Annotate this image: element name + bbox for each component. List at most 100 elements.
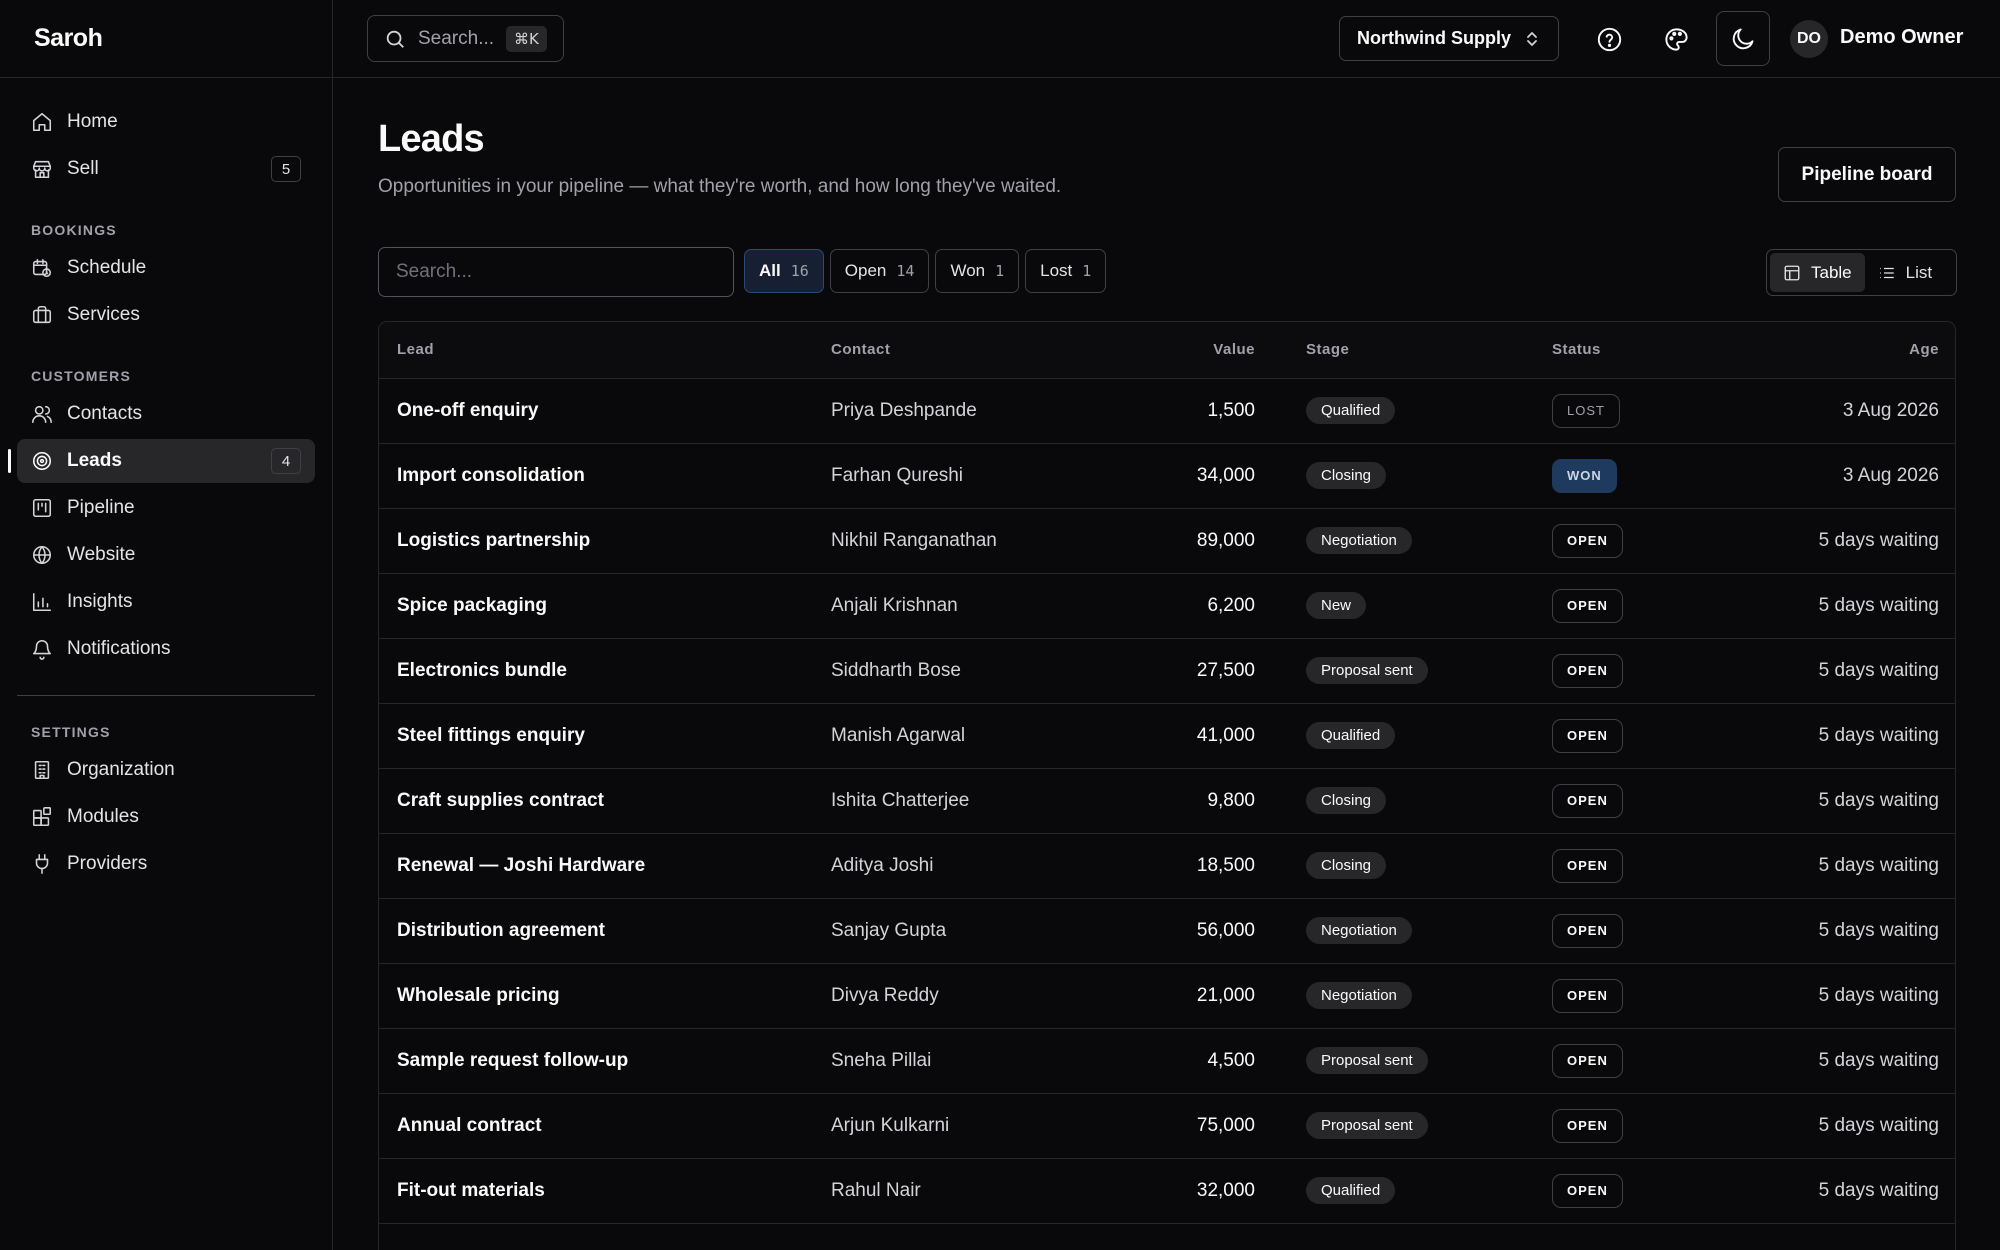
filter-open[interactable]: Open 14 <box>829 249 930 293</box>
lead-contact[interactable]: Farhan Qureshi <box>813 443 1113 508</box>
table-row[interactable]: Logistics partnership Nikhil Ranganathan 8… <box>379 508 1955 573</box>
view-table-button[interactable]: Table <box>1770 253 1865 292</box>
sidebar-item-label: Notifications <box>67 638 171 659</box>
column-header-contact[interactable]: Contact <box>813 322 1113 379</box>
stage-badge: Negotiation <box>1306 917 1412 944</box>
sidebar-item-pipeline[interactable]: Pipeline <box>17 486 315 530</box>
sidebar-item-modules[interactable]: Modules <box>17 795 315 839</box>
global-search[interactable]: Search... ⌘K <box>367 15 564 62</box>
status-badge: OPEN <box>1552 523 1623 558</box>
sidebar-item-insights[interactable]: Insights <box>17 580 315 624</box>
lead-contact[interactable]: Nikhil Ranganathan <box>813 508 1113 573</box>
sidebar-divider <box>17 695 315 696</box>
lead-name[interactable]: Distribution agreement <box>379 898 813 963</box>
table-row[interactable]: Steel fittings enquiry Manish Agarwal 41,0… <box>379 703 1955 768</box>
sidebar-item-sell[interactable]: Sell 5 <box>17 147 315 191</box>
sidebar-item-label: Leads <box>67 450 122 471</box>
lead-name[interactable]: Steel fittings enquiry <box>379 703 813 768</box>
global-search-placeholder: Search... <box>418 27 495 49</box>
table-row[interactable]: Import consolidation Farhan Qureshi 34,000… <box>379 443 1955 508</box>
column-header-status[interactable]: Status <box>1534 322 1724 379</box>
lead-name[interactable]: Renewal — Joshi Hardware <box>379 833 813 898</box>
lead-contact[interactable]: Rahul Nair <box>813 1158 1113 1223</box>
lead-name[interactable]: Import consolidation <box>379 443 813 508</box>
table-row[interactable]: One-off enquiry Priya Deshpande 1,500 Quali… <box>379 378 1955 443</box>
table-row[interactable]: Renewal — Joshi Hardware Aditya Joshi 18,5… <box>379 833 1955 898</box>
column-header-value[interactable]: Value <box>1113 322 1273 379</box>
table-row[interactable]: Spice packaging Anjali Krishnan 6,200 New OP… <box>379 573 1955 638</box>
lead-name[interactable]: Wholesale pricing <box>379 963 813 1028</box>
table-row[interactable]: Annual contract Arjun Kulkarni 75,000 Propo… <box>379 1093 1955 1158</box>
brand-logo[interactable]: Saroh <box>0 0 332 78</box>
lead-contact[interactable]: Divya Reddy <box>813 963 1113 1028</box>
filter-all[interactable]: All 16 <box>744 249 824 293</box>
theme-palette-button[interactable] <box>1649 12 1703 66</box>
kanban-icon <box>31 497 53 519</box>
table-row[interactable]: Wholesale pricing Divya Reddy 21,000 Negoti… <box>379 963 1955 1028</box>
view-list-button[interactable]: List <box>1865 253 1945 292</box>
lead-contact[interactable]: Arjun Kulkarni <box>813 1093 1113 1158</box>
sidebar-item-leads[interactable]: Leads 4 <box>8 439 315 483</box>
plug-icon <box>31 853 53 875</box>
pipeline-board-button[interactable]: Pipeline board <box>1778 147 1956 202</box>
lead-contact[interactable]: Anjali Krishnan <box>813 573 1113 638</box>
lead-name[interactable]: Spice packaging <box>379 573 813 638</box>
filter-won[interactable]: Won 1 <box>935 249 1020 293</box>
section-label-bookings: BOOKINGS <box>31 222 117 238</box>
stage-badge: Qualified <box>1306 722 1396 749</box>
lead-contact[interactable]: Ishita Chatterjee <box>813 768 1113 833</box>
sidebar-item-notifications[interactable]: Notifications <box>17 627 315 671</box>
user-name[interactable]: Demo Owner <box>1840 26 1963 49</box>
sidebar-item-schedule[interactable]: Schedule <box>17 246 315 290</box>
lead-name[interactable]: One-off enquiry <box>379 378 813 443</box>
lead-contact[interactable]: Siddharth Bose <box>813 638 1113 703</box>
lead-contact[interactable]: Sanjay Gupta <box>813 898 1113 963</box>
lead-age: 5 days waiting <box>1818 529 1939 551</box>
lead-status-cell: OPEN <box>1534 833 1724 898</box>
workspace-switcher[interactable]: Northwind Supply <box>1339 16 1559 61</box>
sidebar-item-contacts[interactable]: Contacts <box>17 392 315 436</box>
column-header-age[interactable]: Age <box>1724 322 1955 379</box>
lead-stage-cell: Qualified <box>1273 1158 1534 1223</box>
filter-count: 1 <box>1082 262 1092 280</box>
stage-badge: Proposal sent <box>1306 1112 1428 1139</box>
lead-age: 3 Aug 2026 <box>1842 464 1939 486</box>
sidebar-item-providers[interactable]: Providers <box>17 842 315 886</box>
lead-name[interactable]: Sample request follow-up <box>379 1028 813 1093</box>
filter-lost[interactable]: Lost 1 <box>1025 249 1107 293</box>
leads-search-input[interactable]: Search... <box>378 247 734 297</box>
status-badge: OPEN <box>1552 978 1623 1013</box>
lead-contact[interactable]: Priya Deshpande <box>813 378 1113 443</box>
lead-contact[interactable]: Aditya Joshi <box>813 833 1113 898</box>
lead-status-cell: OPEN <box>1534 638 1724 703</box>
lead-name[interactable]: Craft supplies contract <box>379 768 813 833</box>
table-row[interactable]: Craft supplies contract Ishita Chatterjee… <box>379 768 1955 833</box>
filter-count: 14 <box>896 262 915 280</box>
lead-name[interactable]: Annual contract <box>379 1093 813 1158</box>
lead-contact[interactable]: Manish Agarwal <box>813 703 1113 768</box>
sidebar-item-website[interactable]: Website <box>17 533 315 577</box>
sidebar-item-label: Schedule <box>67 257 147 278</box>
column-header-stage[interactable]: Stage <box>1273 322 1534 379</box>
avatar[interactable]: DO <box>1790 20 1828 58</box>
lead-name[interactable]: Fit-out materials <box>379 1158 813 1223</box>
table-row[interactable]: Electronics bundle Siddharth Bose 27,500 Pr… <box>379 638 1955 703</box>
filter-label: Won <box>950 261 986 280</box>
column-header-lead[interactable]: Lead <box>379 322 813 379</box>
sidebar-item-label: Providers <box>67 853 148 874</box>
table-row[interactable]: Sample request follow-up Sneha Pillai 4,50… <box>379 1028 1955 1093</box>
lead-name[interactable]: Electronics bundle <box>379 638 813 703</box>
table-row[interactable]: Distribution agreement Sanjay Gupta 56,000… <box>379 898 1955 963</box>
help-button[interactable] <box>1582 12 1636 66</box>
stage-badge: Proposal sent <box>1306 1047 1428 1074</box>
sidebar-item-organization[interactable]: Organization <box>17 748 315 792</box>
sidebar-item-services[interactable]: Services <box>17 293 315 337</box>
sidebar-item-home[interactable]: Home <box>17 100 315 144</box>
calendar-clock-icon <box>31 257 53 279</box>
building-icon <box>31 759 53 781</box>
table-row[interactable]: Fit-out materials Rahul Nair 32,000 Qualifi… <box>379 1158 1955 1223</box>
lead-stage-cell: New <box>1273 573 1534 638</box>
lead-contact[interactable]: Sneha Pillai <box>813 1028 1113 1093</box>
lead-name[interactable]: Logistics partnership <box>379 508 813 573</box>
dark-mode-toggle[interactable] <box>1716 11 1770 66</box>
